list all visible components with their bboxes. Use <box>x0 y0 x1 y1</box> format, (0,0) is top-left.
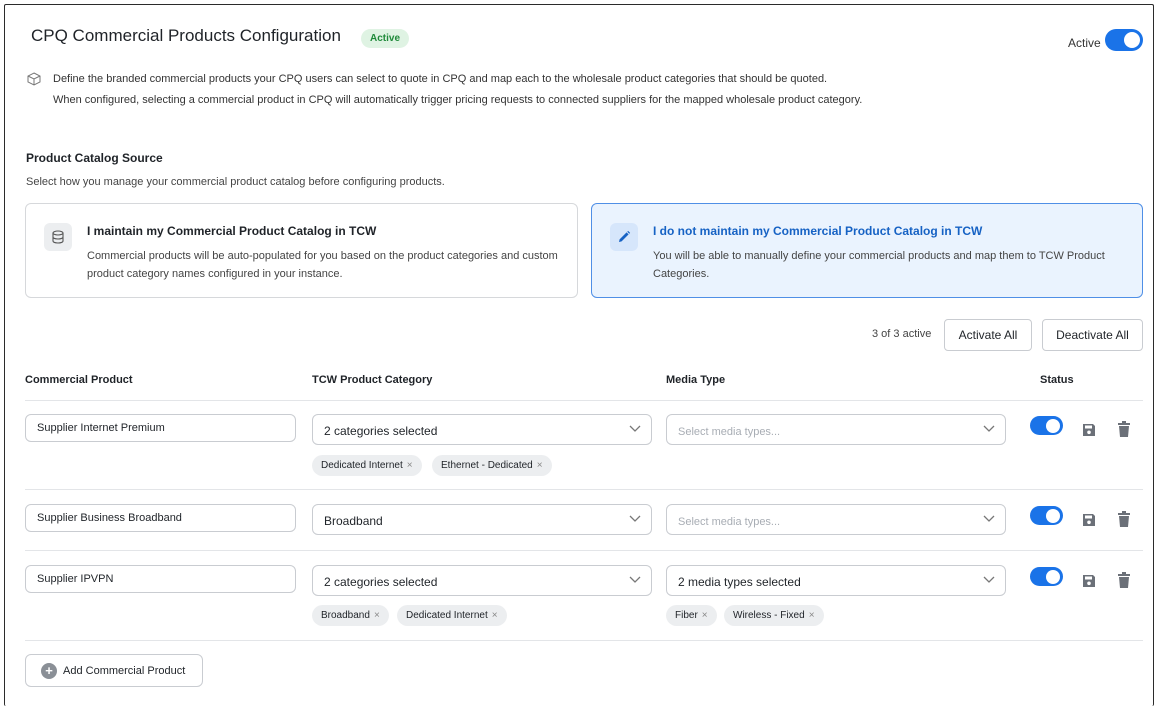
trash-icon[interactable] <box>1118 421 1130 437</box>
chevron-down-icon <box>983 425 995 432</box>
description-line-1: Define the branded commercial products y… <box>53 73 828 85</box>
row-divider <box>25 640 1143 641</box>
category-chip: Dedicated Internet × <box>312 455 422 476</box>
chip-remove-icon[interactable]: × <box>407 460 413 471</box>
active-count: 3 of 3 active <box>872 328 932 340</box>
catalog-option-not-maintain[interactable]: I do not maintain my Commercial Product … <box>591 203 1143 298</box>
row-status-toggle[interactable] <box>1030 416 1063 435</box>
trash-icon[interactable] <box>1118 572 1130 588</box>
column-header-tcw-product-category: TCW Product Category <box>312 374 433 386</box>
pencil-icon <box>610 223 638 251</box>
catalog-option-description: Commercial products will be auto-populat… <box>87 250 558 280</box>
commercial-product-input[interactable]: Supplier Business Broadband <box>25 504 296 532</box>
category-select[interactable]: Broadband <box>312 504 652 535</box>
add-button-label: Add Commercial Product <box>63 664 186 677</box>
media-type-placeholder: Select media types... <box>678 426 781 438</box>
save-icon[interactable] <box>1082 513 1096 527</box>
page-title: CPQ Commercial Products Configuration <box>31 26 341 45</box>
save-icon[interactable] <box>1082 574 1096 588</box>
category-select-value: Broadband <box>324 514 383 528</box>
category-chip: Broadband × <box>312 605 389 626</box>
media-type-value: 2 media types selected <box>678 575 801 589</box>
category-select-value: 2 categories selected <box>324 575 438 589</box>
description-line-2: When configured, selecting a commercial … <box>53 94 863 106</box>
media-type-placeholder: Select media types... <box>678 516 781 528</box>
category-select-value: 2 categories selected <box>324 424 438 438</box>
media-type-select[interactable]: 2 media types selected <box>666 565 1006 596</box>
cube-icon <box>27 72 41 86</box>
category-chip: Ethernet - Dedicated × <box>432 455 552 476</box>
row-status-toggle[interactable] <box>1030 567 1063 586</box>
chevron-down-icon <box>629 515 641 522</box>
category-select[interactable]: 2 categories selected <box>312 565 652 596</box>
active-toggle-label: Active <box>1068 36 1101 50</box>
row-status-toggle[interactable] <box>1030 506 1063 525</box>
commercial-product-input[interactable]: Supplier Internet Premium <box>25 414 296 442</box>
media-type-chip: Wireless - Fixed × <box>724 605 824 626</box>
media-type-select[interactable]: Select media types... <box>666 414 1006 445</box>
category-chip: Dedicated Internet × <box>397 605 507 626</box>
category-select[interactable]: 2 categories selected <box>312 414 652 445</box>
configuration-panel <box>4 4 1154 706</box>
media-type-chip: Fiber × <box>666 605 717 626</box>
chevron-down-icon <box>983 576 995 583</box>
column-header-status: Status <box>1040 374 1074 386</box>
catalog-option-maintain[interactable]: I maintain my Commercial Product Catalog… <box>25 203 578 298</box>
activate-all-button[interactable]: Activate All <box>944 319 1032 351</box>
media-type-select[interactable]: Select media types... <box>666 504 1006 535</box>
catalog-option-title: I maintain my Commercial Product Catalog… <box>87 224 377 238</box>
table-divider <box>25 400 1143 401</box>
catalog-source-subheading: Select how you manage your commercial pr… <box>26 176 445 188</box>
save-icon[interactable] <box>1082 423 1096 437</box>
database-icon <box>44 223 72 251</box>
column-header-commercial-product: Commercial Product <box>25 374 133 386</box>
column-header-media-type: Media Type <box>666 374 726 386</box>
chip-remove-icon[interactable]: × <box>537 460 543 471</box>
chip-remove-icon[interactable]: × <box>702 610 708 621</box>
chevron-down-icon <box>629 576 641 583</box>
status-badge: Active <box>361 29 410 48</box>
chevron-down-icon <box>983 515 995 522</box>
catalog-source-heading: Product Catalog Source <box>26 151 163 165</box>
chip-remove-icon[interactable]: × <box>374 610 380 621</box>
row-divider <box>25 550 1143 551</box>
commercial-product-input[interactable]: Supplier IPVPN <box>25 565 296 593</box>
chevron-down-icon <box>629 425 641 432</box>
catalog-option-title: I do not maintain my Commercial Product … <box>653 224 983 238</box>
deactivate-all-button[interactable]: Deactivate All <box>1042 319 1143 351</box>
trash-icon[interactable] <box>1118 511 1130 527</box>
add-commercial-product-button[interactable]: + Add Commercial Product <box>25 654 203 687</box>
active-toggle[interactable] <box>1105 29 1143 51</box>
chip-remove-icon[interactable]: × <box>809 610 815 621</box>
catalog-option-description: You will be able to manually define your… <box>653 250 1105 280</box>
row-divider <box>25 489 1143 490</box>
plus-circle-icon: + <box>41 662 57 679</box>
chip-remove-icon[interactable]: × <box>492 610 498 621</box>
